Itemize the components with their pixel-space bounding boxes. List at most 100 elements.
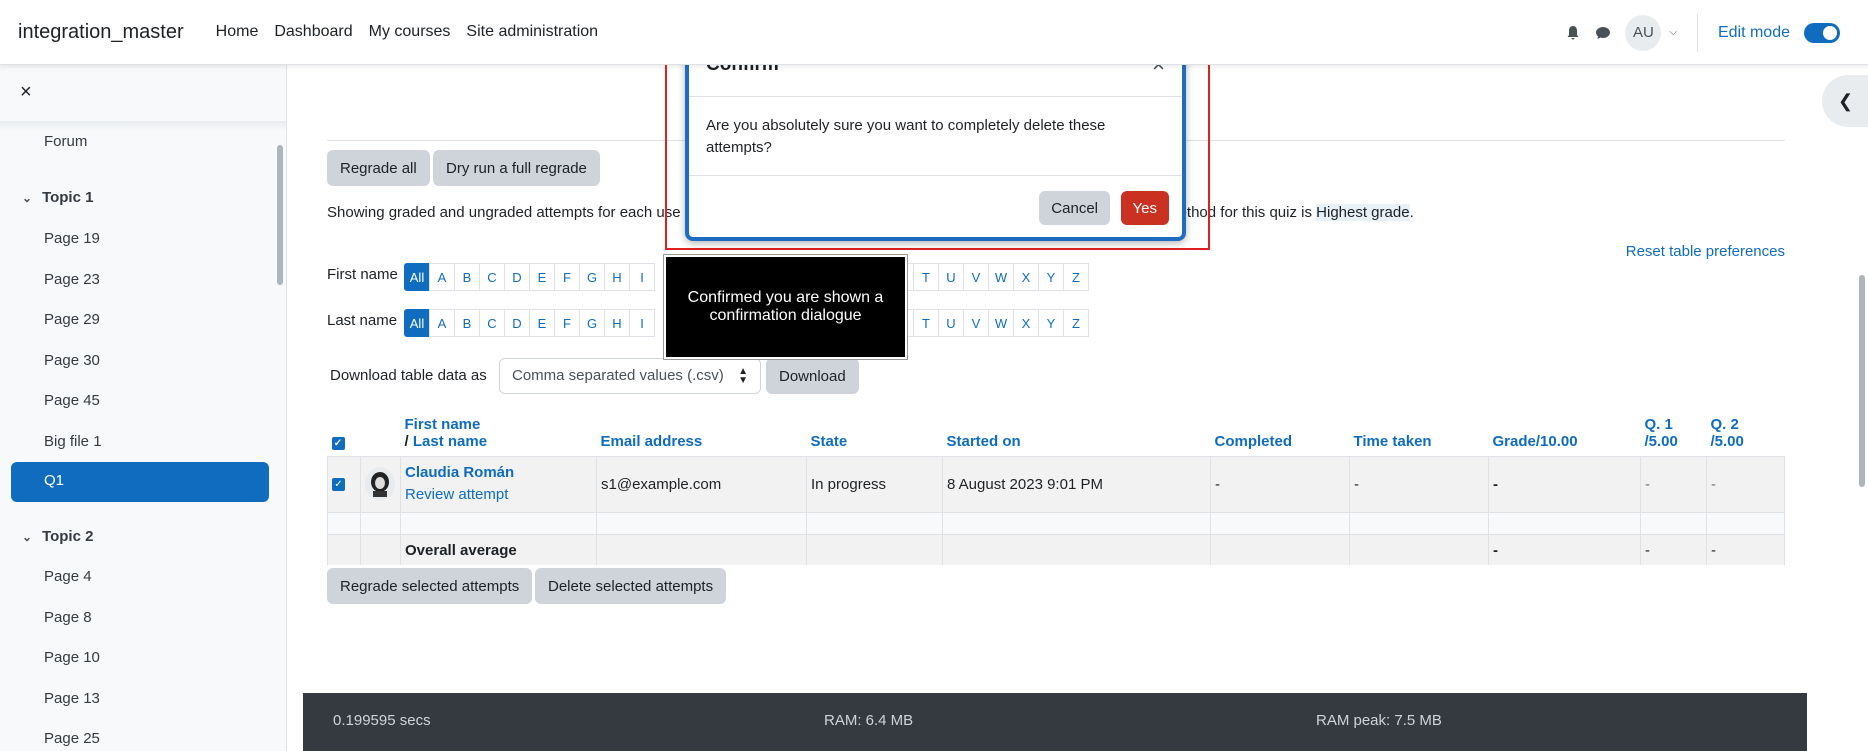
sort-state-link[interactable]: State	[806, 402, 943, 457]
initial-letter[interactable]: X	[1013, 263, 1039, 291]
initial-letter[interactable]: U	[938, 309, 964, 337]
open-block-drawer-chevron-left-icon[interactable]: ❮	[1822, 75, 1868, 127]
initial-all[interactable]: All	[404, 263, 430, 291]
nav-site-administration[interactable]: Site administration	[466, 23, 598, 41]
nav-home[interactable]: Home	[216, 23, 259, 41]
row-checkbox[interactable]: ✓	[332, 477, 345, 491]
drawer-item-page-13[interactable]: Page 13	[44, 690, 100, 707]
initial-letter[interactable]: Z	[1063, 263, 1089, 291]
drawer-item-forum[interactable]: Forum	[44, 133, 87, 150]
initial-letter[interactable]: T	[913, 263, 939, 291]
nav-my-courses[interactable]: My courses	[369, 23, 451, 41]
chevron-down-icon[interactable]: ⌄	[22, 530, 32, 544]
footer-ram-peak: RAM peak: 7.5 MB	[1316, 712, 1442, 729]
row-time-taken-cell: -	[1349, 456, 1489, 513]
initial-letter[interactable]: B	[454, 263, 480, 291]
sort-email-link[interactable]: Email address	[596, 402, 807, 457]
drawer-item-q1-active[interactable]: Q1	[11, 462, 269, 502]
page-scrollbar[interactable]	[1859, 275, 1865, 487]
initial-letter[interactable]: W	[988, 263, 1014, 291]
sort-grade-link[interactable]: Grade/10.00	[1488, 402, 1641, 457]
initial-letter[interactable]: Y	[1038, 309, 1064, 337]
sort-completed-link[interactable]: Completed	[1210, 402, 1350, 457]
drawer-item-page-19[interactable]: Page 19	[44, 230, 100, 247]
initial-letter[interactable]: F	[554, 309, 580, 337]
overall-average-label: Overall average	[400, 533, 597, 565]
drawer-item-page-30[interactable]: Page 30	[44, 352, 100, 369]
drawer-topic-1[interactable]: ⌄ Topic 1	[22, 189, 93, 206]
drawer-item-page-29[interactable]: Page 29	[44, 311, 100, 328]
info-prefix: Showing graded and ungraded attempts for…	[327, 204, 681, 221]
initial-letter[interactable]: A	[429, 263, 455, 291]
test-annotation-tooltip: Confirmed you are shown a confirmation d…	[663, 254, 908, 360]
yes-confirm-button[interactable]: Yes	[1120, 191, 1169, 225]
site-brand[interactable]: integration_master	[18, 21, 184, 44]
drawer-item-page-23[interactable]: Page 23	[44, 271, 100, 288]
sort-first-name-link[interactable]: First name	[405, 416, 481, 433]
initial-letter[interactable]: H	[604, 309, 630, 337]
chevron-down-icon[interactable]: ⌄	[22, 191, 32, 205]
sort-last-name-link[interactable]: Last name	[413, 433, 487, 450]
initial-letter[interactable]: B	[454, 309, 480, 337]
initial-letter[interactable]: Z	[1063, 309, 1089, 337]
drawer-item-page-45[interactable]: Page 45	[44, 392, 100, 409]
initial-letter[interactable]: D	[504, 309, 530, 337]
initial-letter[interactable]: E	[529, 263, 555, 291]
initial-letter[interactable]: I	[629, 309, 655, 337]
drawer-item-page-4[interactable]: Page 4	[44, 568, 92, 585]
q2-header-line1: Q. 2	[1710, 415, 1739, 433]
download-button[interactable]: Download	[766, 358, 859, 394]
initial-letter[interactable]: E	[529, 309, 555, 337]
initial-letter[interactable]: D	[504, 263, 530, 291]
close-drawer-icon[interactable]: ×	[20, 81, 32, 104]
cancel-button[interactable]: Cancel	[1039, 191, 1110, 225]
initial-letter[interactable]: F	[554, 263, 580, 291]
drawer-item-page-25[interactable]: Page 25	[44, 730, 100, 747]
user-avatar[interactable]	[365, 467, 395, 501]
initial-all[interactable]: All	[404, 309, 430, 337]
q2-header[interactable]: Q. 2/5.00	[1706, 402, 1785, 457]
sort-time-taken-link[interactable]: Time taken	[1349, 402, 1489, 457]
row-q2-cell: -	[1706, 456, 1785, 513]
review-attempt-link[interactable]: Review attempt	[405, 486, 508, 503]
initial-letter[interactable]: T	[913, 309, 939, 337]
reset-table-preferences-link[interactable]: Reset table preferences	[1626, 243, 1785, 260]
initial-letter[interactable]: A	[429, 309, 455, 337]
confirm-dialog-footer: Cancel Yes	[689, 176, 1182, 236]
edit-mode-toggle[interactable]	[1804, 22, 1840, 43]
select-all-checkbox[interactable]: ✓	[331, 436, 345, 450]
drawer-item-page-8[interactable]: Page 8	[44, 609, 92, 626]
row-name-cell: Claudia Román Review attempt	[400, 456, 597, 513]
download-format-select[interactable]: Comma separated values (.csv) ▲ ▼	[499, 358, 761, 394]
initial-letter[interactable]: G	[579, 309, 605, 337]
notifications-bell-icon[interactable]	[1565, 25, 1581, 41]
regrade-selected-button[interactable]: Regrade selected attempts	[327, 568, 533, 604]
q1-header[interactable]: Q. 1/5.00	[1640, 402, 1707, 457]
delete-selected-button[interactable]: Delete selected attempts	[535, 568, 727, 604]
drawer-item-big-file-1[interactable]: Big file 1	[44, 433, 102, 450]
initial-letter[interactable]: V	[963, 263, 989, 291]
footer-ram: RAM: 6.4 MB	[824, 712, 914, 729]
user-menu-chevron-down-icon[interactable]: ⌵	[1669, 27, 1677, 38]
drawer-item-page-10[interactable]: Page 10	[44, 649, 100, 666]
initial-letter[interactable]: X	[1013, 309, 1039, 337]
initial-letter[interactable]: W	[988, 309, 1014, 337]
dry-run-regrade-button[interactable]: Dry run a full regrade	[433, 150, 600, 186]
sort-started-link[interactable]: Started on	[942, 402, 1211, 457]
initial-letter[interactable]: C	[479, 309, 505, 337]
initial-letter[interactable]: C	[479, 263, 505, 291]
last-name-initials-label: Last name	[327, 311, 398, 329]
initial-letter[interactable]: G	[579, 263, 605, 291]
user-profile-link[interactable]: Claudia Román	[405, 464, 514, 481]
initial-letter[interactable]: I	[629, 263, 655, 291]
initial-letter[interactable]: H	[604, 263, 630, 291]
user-avatar[interactable]: AU	[1625, 14, 1662, 51]
regrade-all-button[interactable]: Regrade all	[327, 150, 430, 186]
drawer-scrollbar[interactable]	[277, 145, 283, 285]
initial-letter[interactable]: Y	[1038, 263, 1064, 291]
nav-dashboard[interactable]: Dashboard	[274, 23, 352, 41]
initial-letter[interactable]: V	[963, 309, 989, 337]
drawer-topic-2[interactable]: ⌄ Topic 2	[22, 528, 93, 545]
initial-letter[interactable]: U	[938, 263, 964, 291]
messages-chat-icon[interactable]	[1595, 25, 1611, 41]
